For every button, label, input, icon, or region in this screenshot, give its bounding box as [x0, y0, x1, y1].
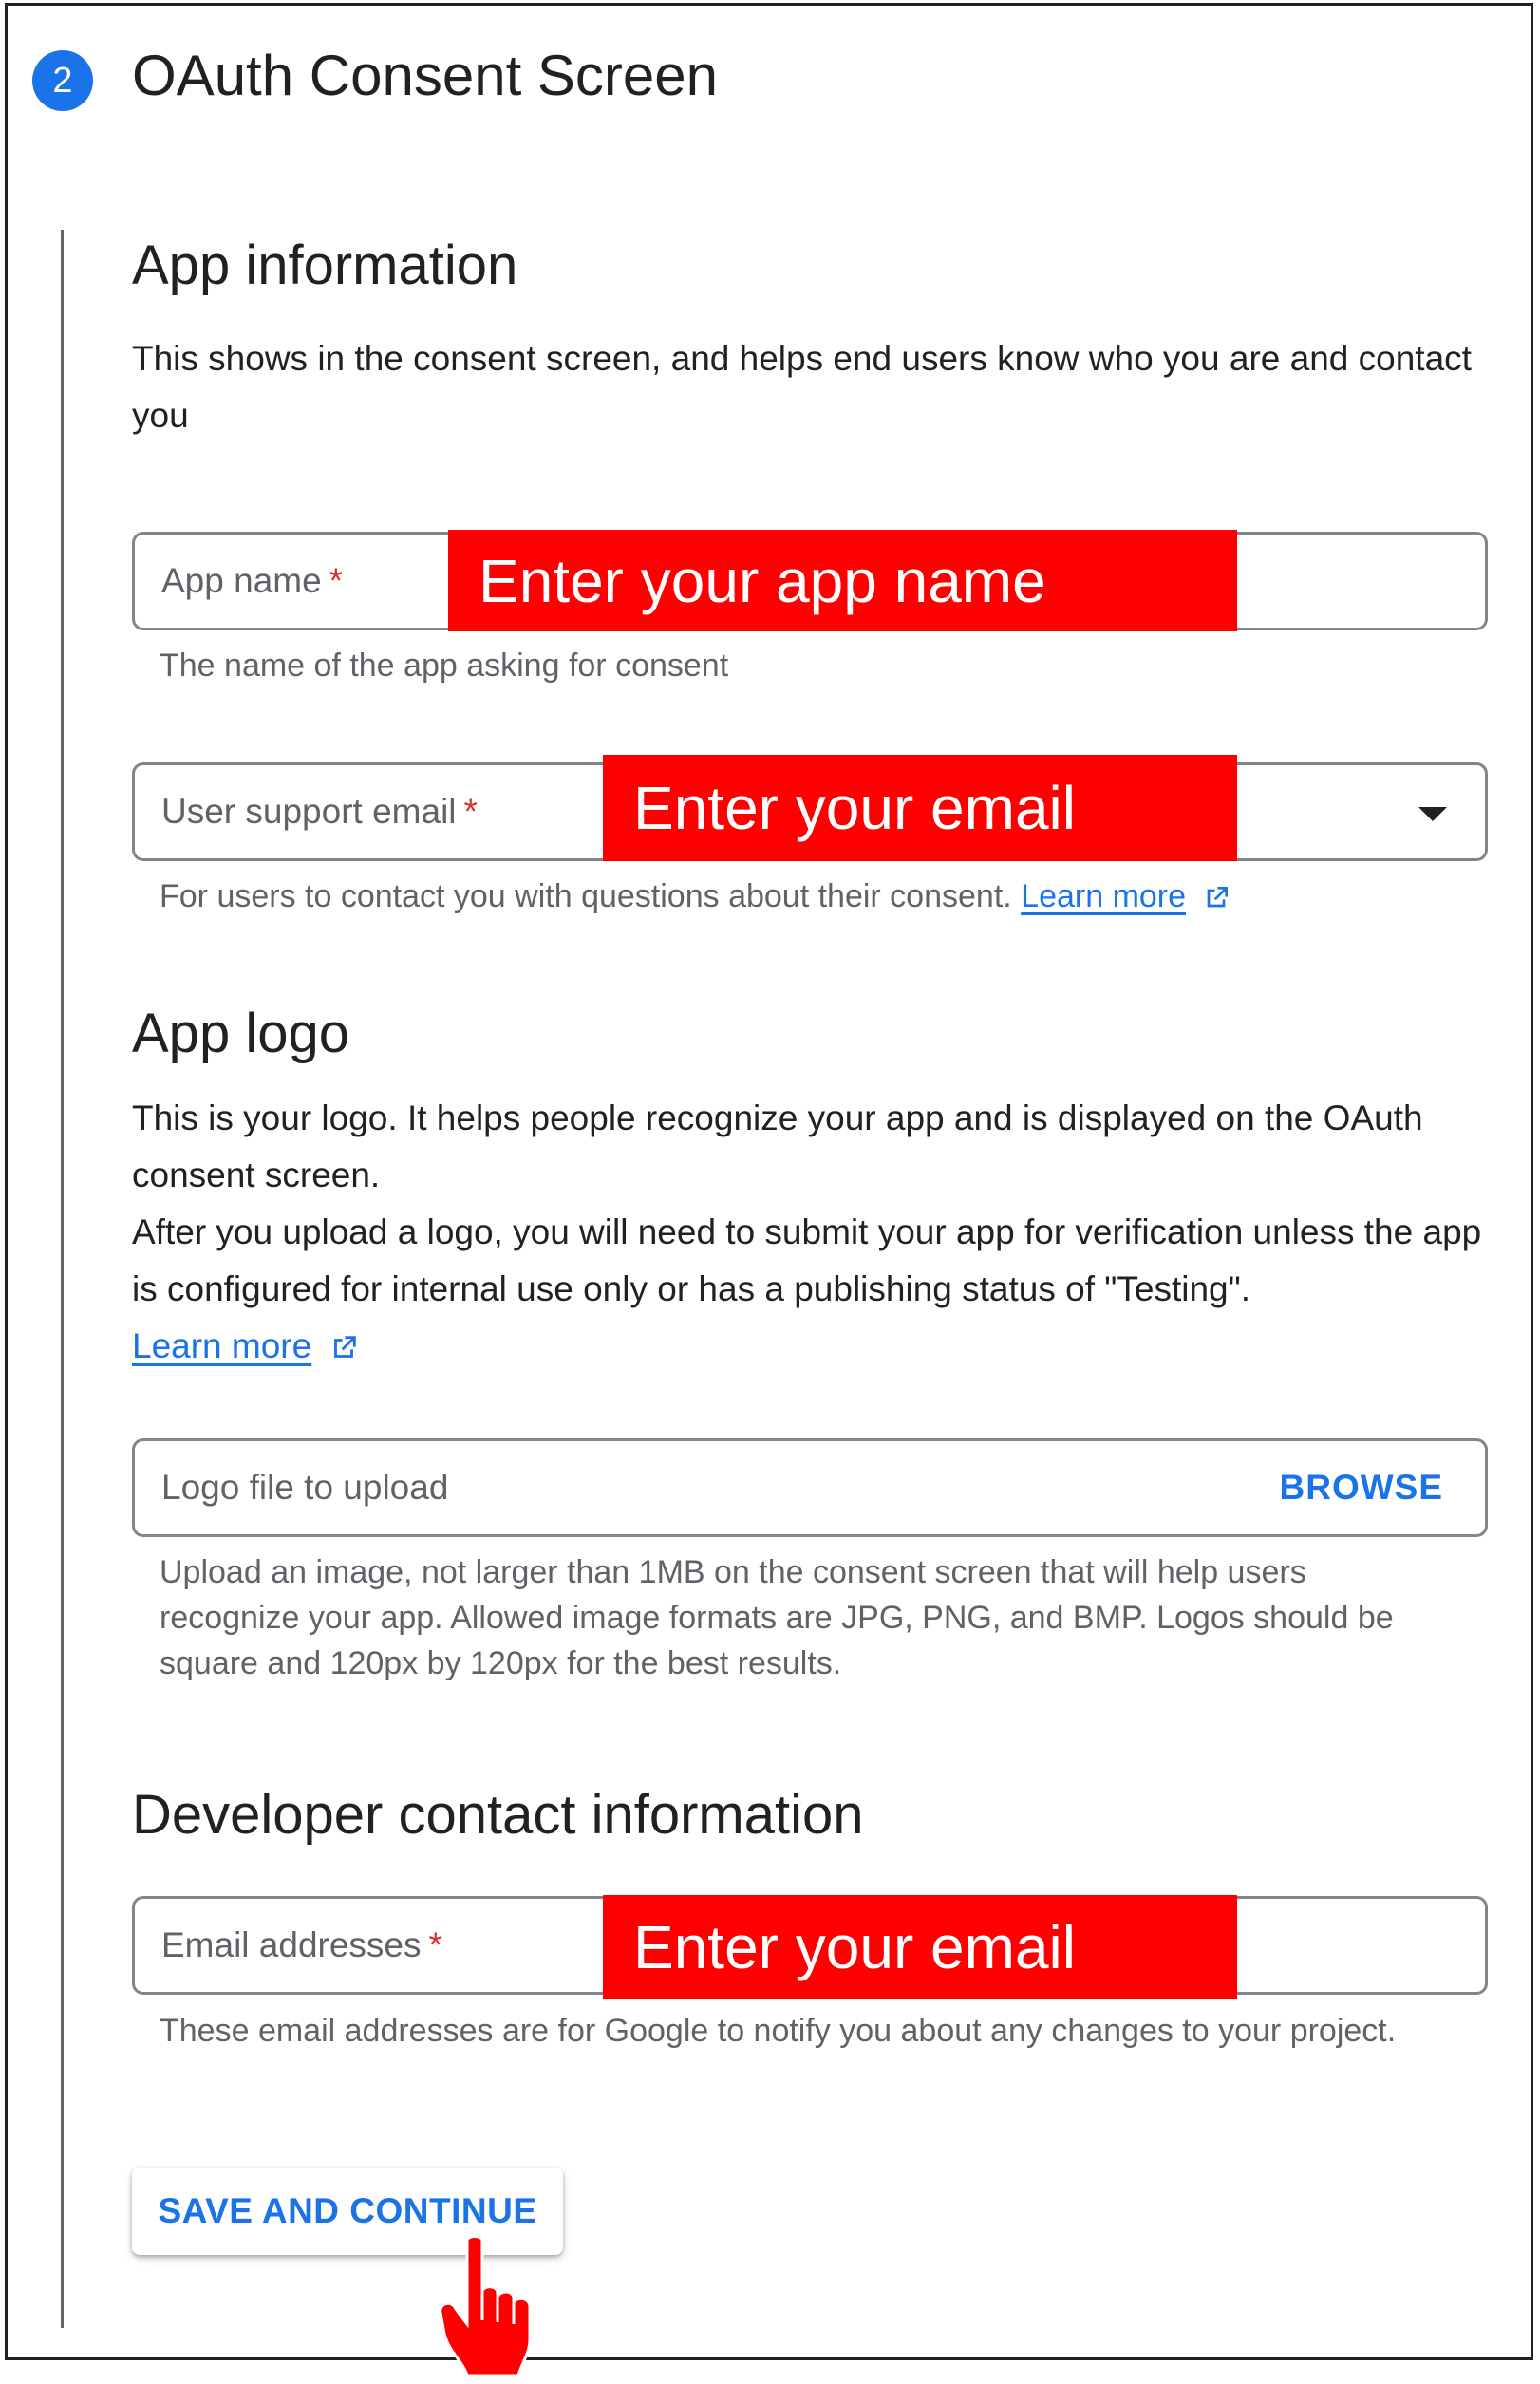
- support-email-callout: Enter your email: [603, 755, 1237, 861]
- user-support-email-label: User support email *: [161, 792, 478, 831]
- app-name-callout: Enter your app name: [448, 530, 1237, 631]
- developer-email-callout: Enter your email: [603, 1895, 1237, 1999]
- app-information-description: This shows in the consent screen, and he…: [132, 339, 1472, 435]
- app-name-label: App name *: [161, 561, 344, 600]
- developer-email-label: Email addresses *: [161, 1925, 442, 1964]
- step-number-badge: 2: [32, 50, 93, 111]
- app-information-heading: App information: [132, 235, 518, 296]
- support-email-learn-more-link[interactable]: Learn more: [1021, 878, 1186, 914]
- browse-button[interactable]: BROWSE: [1280, 1441, 1444, 1534]
- developer-email-hint: These email addresses are for Google to …: [160, 2013, 1397, 2049]
- developer-contact-heading: Developer contact information: [132, 1784, 864, 1846]
- logo-file-upload-field[interactable]: Logo file to upload BROWSE: [132, 1438, 1488, 1537]
- logo-file-label: Logo file to upload: [161, 1468, 449, 1507]
- app-logo-learn-more-link[interactable]: Learn more: [132, 1326, 311, 1365]
- open-in-new-icon[interactable]: [1201, 883, 1231, 913]
- app-name-hint: The name of the app asking for consent: [160, 648, 729, 684]
- step-title: OAuth Consent Screen: [132, 44, 719, 107]
- dropdown-arrow-icon[interactable]: [1418, 807, 1447, 821]
- step-connector-line: [61, 230, 64, 2328]
- app-logo-description: This is your logo. It helps people recog…: [132, 1098, 1482, 1365]
- logo-upload-hint: Upload an image, not larger than 1MB on …: [160, 1554, 1394, 1681]
- pointing-hand-icon: [439, 2235, 532, 2375]
- app-logo-heading: App logo: [132, 1003, 349, 1064]
- open-in-new-icon[interactable]: [328, 1332, 360, 1364]
- support-email-hint: For users to contact you with questions …: [160, 873, 1451, 919]
